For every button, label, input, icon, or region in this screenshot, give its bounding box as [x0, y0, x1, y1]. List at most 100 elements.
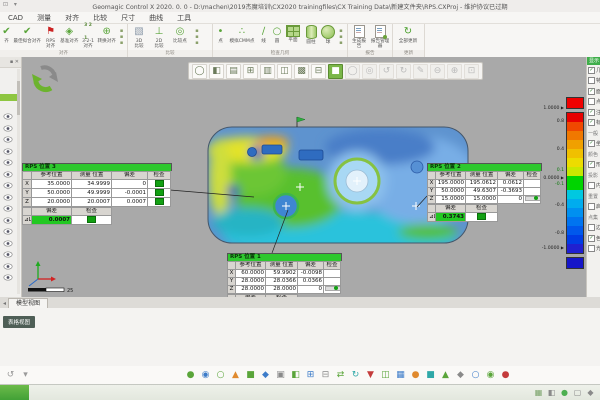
bottom-tool-icon[interactable]: ○ [469, 369, 482, 382]
ribbon-button-circle[interactable]: ○圆 [271, 25, 283, 44]
bottom-tool-icon[interactable]: ↺ [4, 369, 17, 382]
ribbon-button-simulated-cmm-point[interactable]: ∴模拟CMM点 [228, 25, 256, 44]
bottom-tool-icon[interactable]: ◆ [259, 369, 272, 382]
display-option-row[interactable]: 特 [587, 76, 600, 87]
ribbon-button-report-manager[interactable]: 报告管理器 [370, 25, 390, 49]
scale-gradient-bar[interactable] [566, 112, 584, 254]
ribbon-button-edge-partial-align[interactable]: ✔齐 [2, 25, 11, 44]
bottom-tool-icon[interactable]: ◫ [379, 369, 392, 382]
display-option-row[interactable]: 边 [587, 223, 600, 234]
close-icon[interactable]: ✕ [15, 59, 19, 65]
checkbox[interactable] [588, 224, 595, 231]
display-option-row[interactable]: 启 [587, 202, 600, 213]
display-option-row[interactable]: 形 [587, 160, 600, 171]
display-option-row[interactable]: 面 [587, 86, 600, 97]
callout-rps-2[interactable]: RPS 位置 2 参考位置测量 位置偏差检查X195.0000195.06120… [427, 163, 542, 222]
tolerance-slider[interactable] [325, 286, 341, 291]
menu-item-align[interactable]: 对齐 [65, 13, 79, 23]
ribbon-button-321-align[interactable]: 3 2 13-2-1 对齐 [81, 25, 96, 49]
bottom-tool-icon[interactable]: ■ [244, 369, 257, 382]
callout-rps-3[interactable]: RPS 位置 3 参考位置测量 位置偏差检查X35.000034.99990Y5… [22, 163, 172, 225]
bottom-tool-icon[interactable]: ◆ [454, 369, 467, 382]
ribbon-button-plane[interactable]: 平面 [285, 25, 301, 43]
deviation-color-scale[interactable] [566, 97, 586, 269]
menu-item-measure[interactable]: 测量 [37, 13, 51, 23]
checkbox[interactable] [588, 77, 595, 84]
ribbon-button-3d-compare[interactable]: ▧3D 比较 [130, 25, 148, 49]
tree-scrollbar-thumb[interactable] [17, 81, 20, 115]
menu-item-compare[interactable]: 比较 [93, 13, 107, 23]
ribbon-button-transform-align[interactable]: ⊕转换对齐 [97, 25, 116, 44]
display-option-row[interactable]: 注 [587, 107, 600, 118]
tolerance-slider[interactable] [525, 196, 541, 201]
checkbox[interactable] [588, 182, 595, 189]
display-option-row[interactable]: 光 [587, 244, 600, 255]
tab-model-view[interactable]: 模型视图 [8, 298, 48, 308]
bottom-tool-icon[interactable]: ◉ [484, 369, 497, 382]
pin-icon[interactable]: ▪ [10, 59, 13, 65]
bottom-tool-icon[interactable]: ■ [424, 369, 437, 382]
ribbon-button-create-report[interactable]: 生成报告 [350, 25, 368, 49]
display-option-row[interactable]: 色 [587, 233, 600, 244]
ribbon-button-point[interactable]: •点 [215, 25, 226, 44]
display-option-row[interactable]: 几 [587, 65, 600, 76]
checkbox[interactable] [588, 109, 595, 116]
bottom-tool-icon[interactable]: ● [184, 369, 197, 382]
bottom-tool-icon[interactable]: ▣ [274, 369, 287, 382]
bottom-tool-icon[interactable]: ● [499, 369, 512, 382]
checkbox[interactable] [588, 67, 595, 74]
tab-nav-arrow-icon[interactable]: ◂ [3, 300, 6, 307]
model-tree-panel[interactable]: ▪ ✕ [0, 57, 22, 297]
ribbon-button-compare-point[interactable]: ◎比较点 [170, 25, 190, 44]
checkbox[interactable] [588, 161, 595, 168]
checkbox[interactable] [588, 245, 595, 252]
display-option-row[interactable]: 坐 [587, 139, 600, 150]
callout-rps-1[interactable]: RPS 位置 1 参考位置测量 位置偏差检查X60.000059.9902-0.… [227, 253, 342, 297]
table-view-badge[interactable]: 表格视图 [3, 316, 35, 328]
status-icon[interactable]: ▦ [533, 387, 544, 398]
ribbon-button-compare-more[interactable]: ▪▪▪ [192, 25, 202, 50]
bottom-tool-icon[interactable]: ● [409, 369, 422, 382]
display-option-row[interactable]: 内 [587, 181, 600, 192]
bottom-tool-icon[interactable]: ◉ [199, 369, 212, 382]
tree-selected-row[interactable] [0, 94, 18, 101]
ribbon-button-best-fit-align[interactable]: ✔最佳拟合对齐 [13, 25, 41, 44]
display-option-row[interactable]: 标 [587, 118, 600, 129]
bottom-tool-icon[interactable]: ▦ [394, 369, 407, 382]
ribbon-button-cylinder[interactable]: 圆柱 [303, 25, 319, 45]
bottom-tool-icon[interactable]: ⊟ [319, 369, 332, 382]
ribbon-button-align-more[interactable]: ▪▪▪ [118, 25, 125, 50]
display-option-row[interactable]: 点 [587, 97, 600, 108]
display-options-panel[interactable]: 显示 几特面点注标一般坐颜色形投影内重置启点集边色光 [586, 57, 600, 297]
bottom-tool-icon[interactable]: ◧ [289, 369, 302, 382]
ribbon-button-datum-align[interactable]: ◈基准对齐 [60, 25, 79, 44]
checkbox[interactable] [588, 235, 595, 242]
checkbox[interactable] [588, 203, 595, 210]
bottom-tool-icon[interactable]: ▲ [229, 369, 242, 382]
status-icon[interactable]: ● [559, 387, 570, 398]
bottom-tool-icon[interactable]: ▲ [439, 369, 452, 382]
menu-item-cad[interactable]: CAD [8, 14, 23, 22]
checkbox[interactable] [588, 98, 595, 105]
ribbon-button-sphere[interactable]: 球 [321, 25, 335, 45]
rps-flag-marker[interactable] [297, 117, 305, 127]
bottom-tool-icon[interactable]: ○ [214, 369, 227, 382]
ribbon-button-line[interactable]: ∕线 [258, 25, 269, 44]
bottom-tool-icon[interactable]: ▼ [364, 369, 377, 382]
ribbon-button-rps-align[interactable]: ⚑RPS 对齐 [43, 25, 58, 49]
checkbox[interactable] [588, 119, 595, 126]
bottom-tool-icon[interactable]: ↻ [349, 369, 362, 382]
checkbox[interactable] [588, 88, 595, 95]
status-icon[interactable]: ◆ [585, 387, 596, 398]
ribbon-button-update-all[interactable]: ↻全部更新 [395, 25, 421, 44]
menu-item-dimension[interactable]: 尺寸 [121, 13, 135, 23]
visibility-eye-icon[interactable] [3, 266, 13, 285]
checkbox[interactable] [588, 140, 595, 147]
ribbon-button-geometry-more[interactable]: ▪▪▪ [337, 25, 345, 50]
3d-viewport[interactable]: ◯◧▤⊞▥◫▩⊟■◯◎↺↻✎⊖⊕⊡ [22, 57, 586, 297]
status-icon[interactable]: ◧ [546, 387, 557, 398]
status-icon[interactable]: ▢ [572, 387, 583, 398]
bottom-tool-icon[interactable]: ▾ [19, 369, 32, 382]
bottom-tool-icon[interactable]: ⊞ [304, 369, 317, 382]
bottom-tool-icon[interactable]: ⇄ [334, 369, 347, 382]
